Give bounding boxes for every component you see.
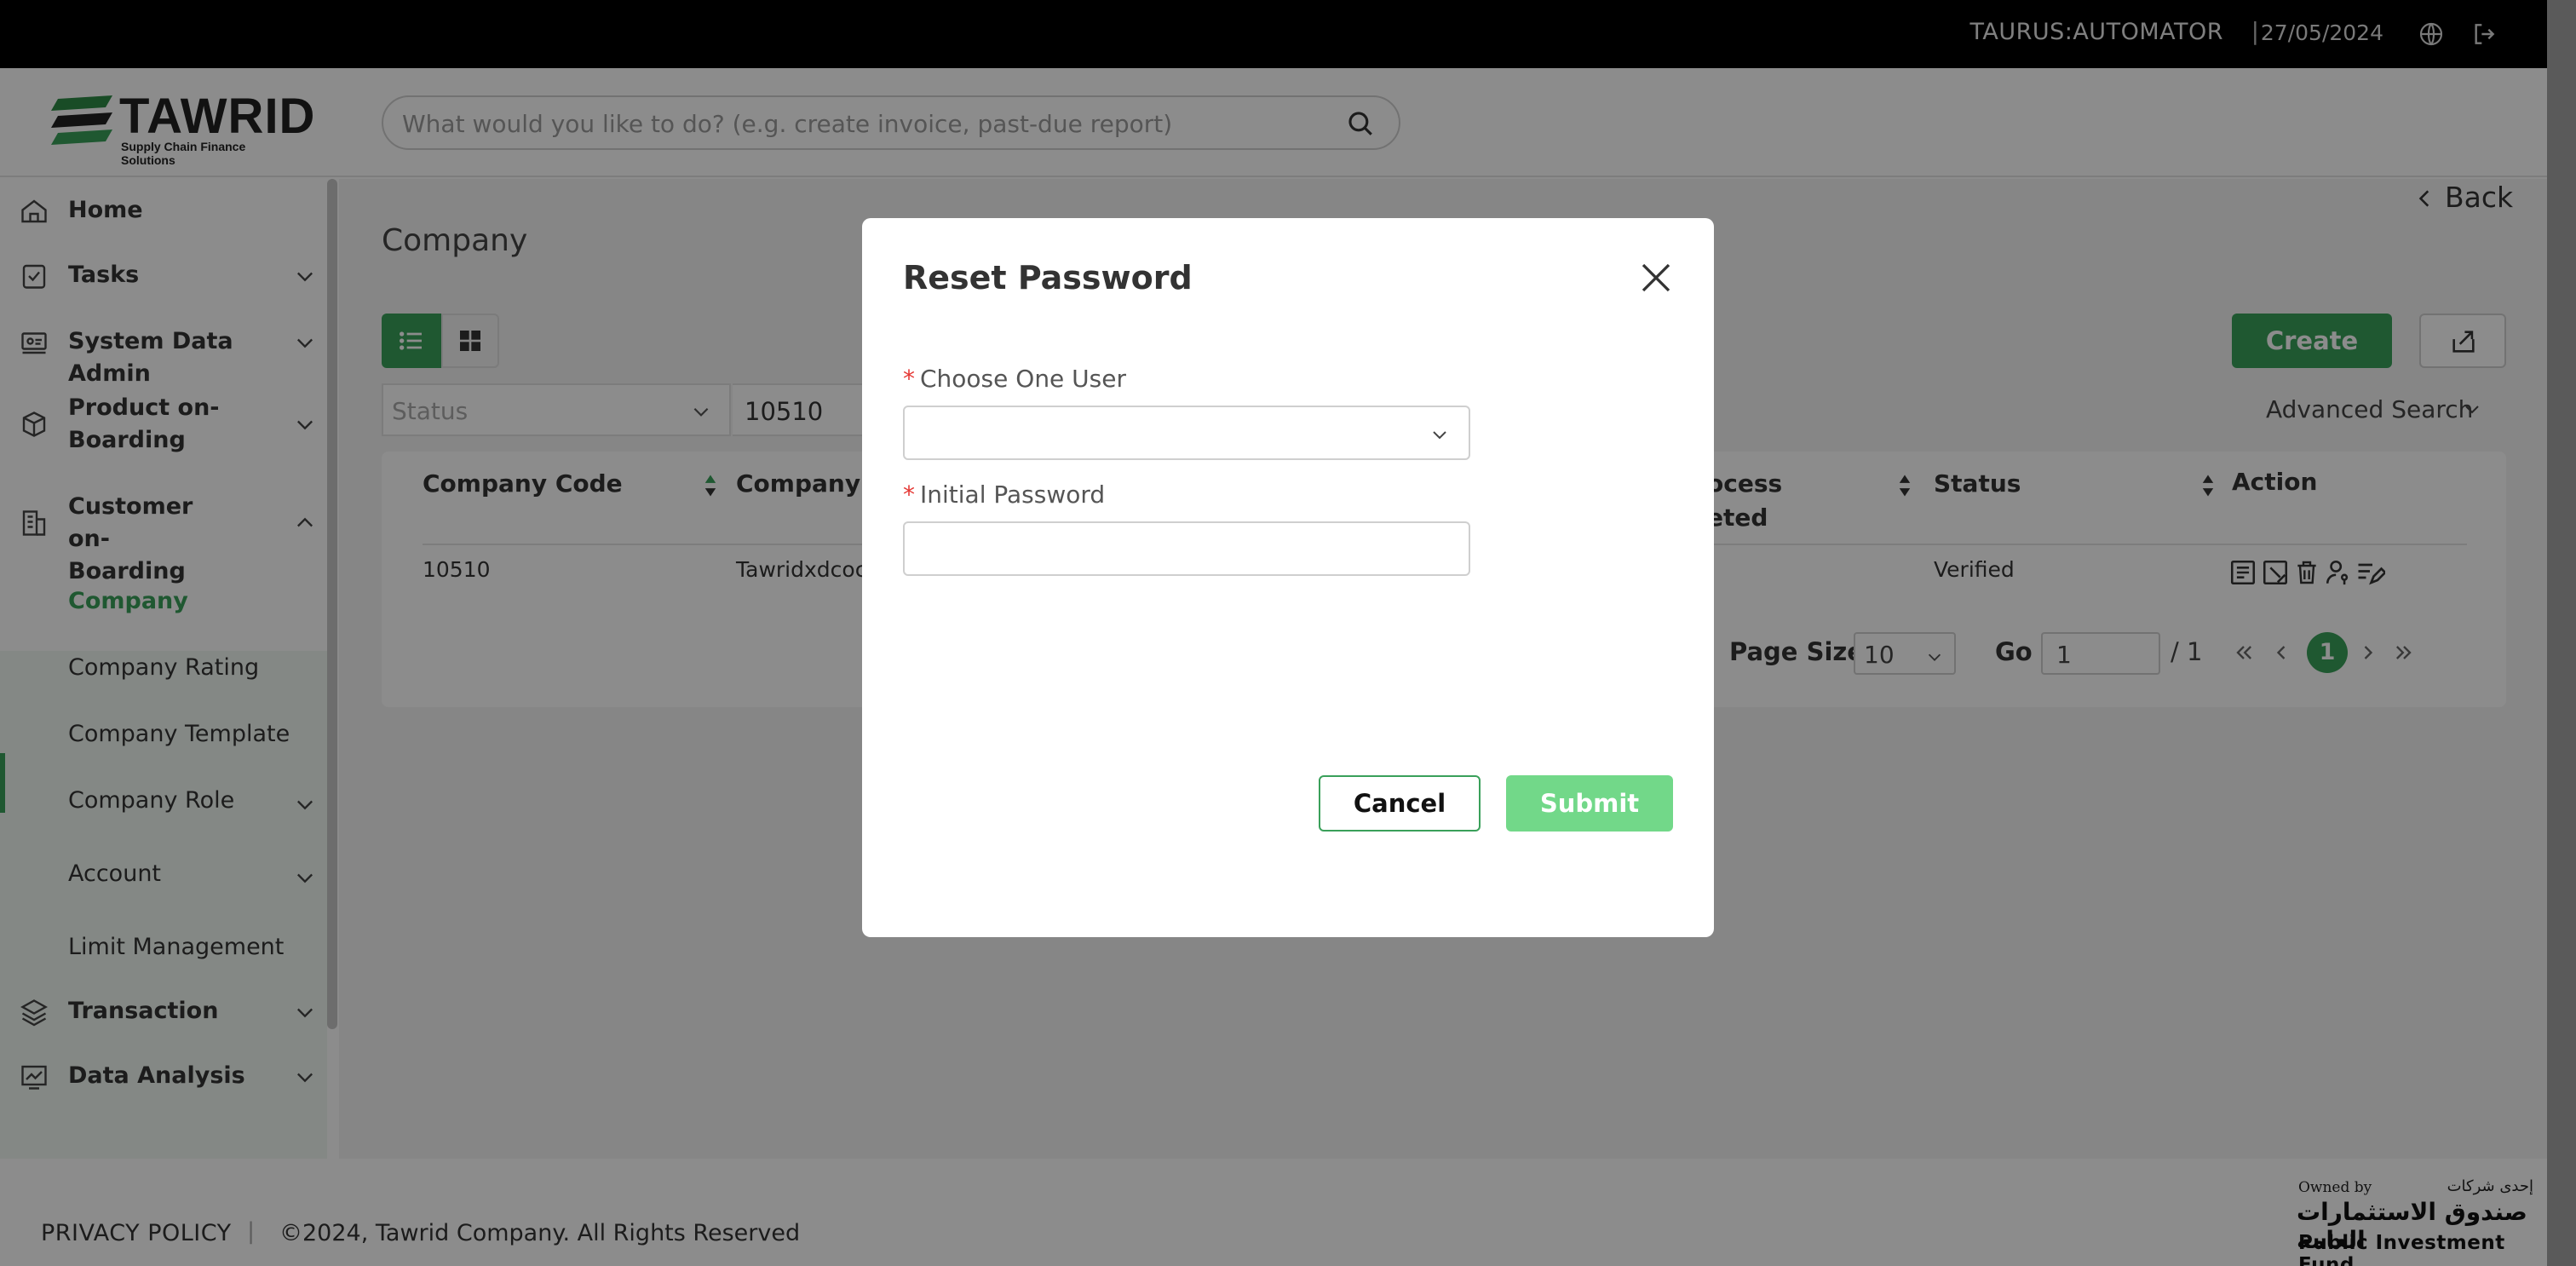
required-marker: * [903,481,915,509]
page-scrollbar[interactable] [2547,0,2576,1266]
choose-user-select[interactable] [903,406,1470,460]
dialog-title: Reset Password [903,259,1193,296]
chevron-down-icon [1433,431,1446,440]
initial-password-label: * Initial Password [903,481,1105,509]
close-icon[interactable] [1639,261,1673,295]
initial-password-input[interactable] [903,521,1470,576]
required-marker: * [903,365,915,393]
reset-password-dialog: Reset Password * Choose One User * Initial… [862,218,1714,937]
initial-password-label-text: Initial Password [920,481,1106,509]
submit-button[interactable]: Submit [1506,775,1673,832]
cancel-button[interactable]: Cancel [1319,775,1481,832]
choose-user-label: * Choose One User [903,365,1126,393]
choose-user-label-text: Choose One User [920,365,1127,393]
